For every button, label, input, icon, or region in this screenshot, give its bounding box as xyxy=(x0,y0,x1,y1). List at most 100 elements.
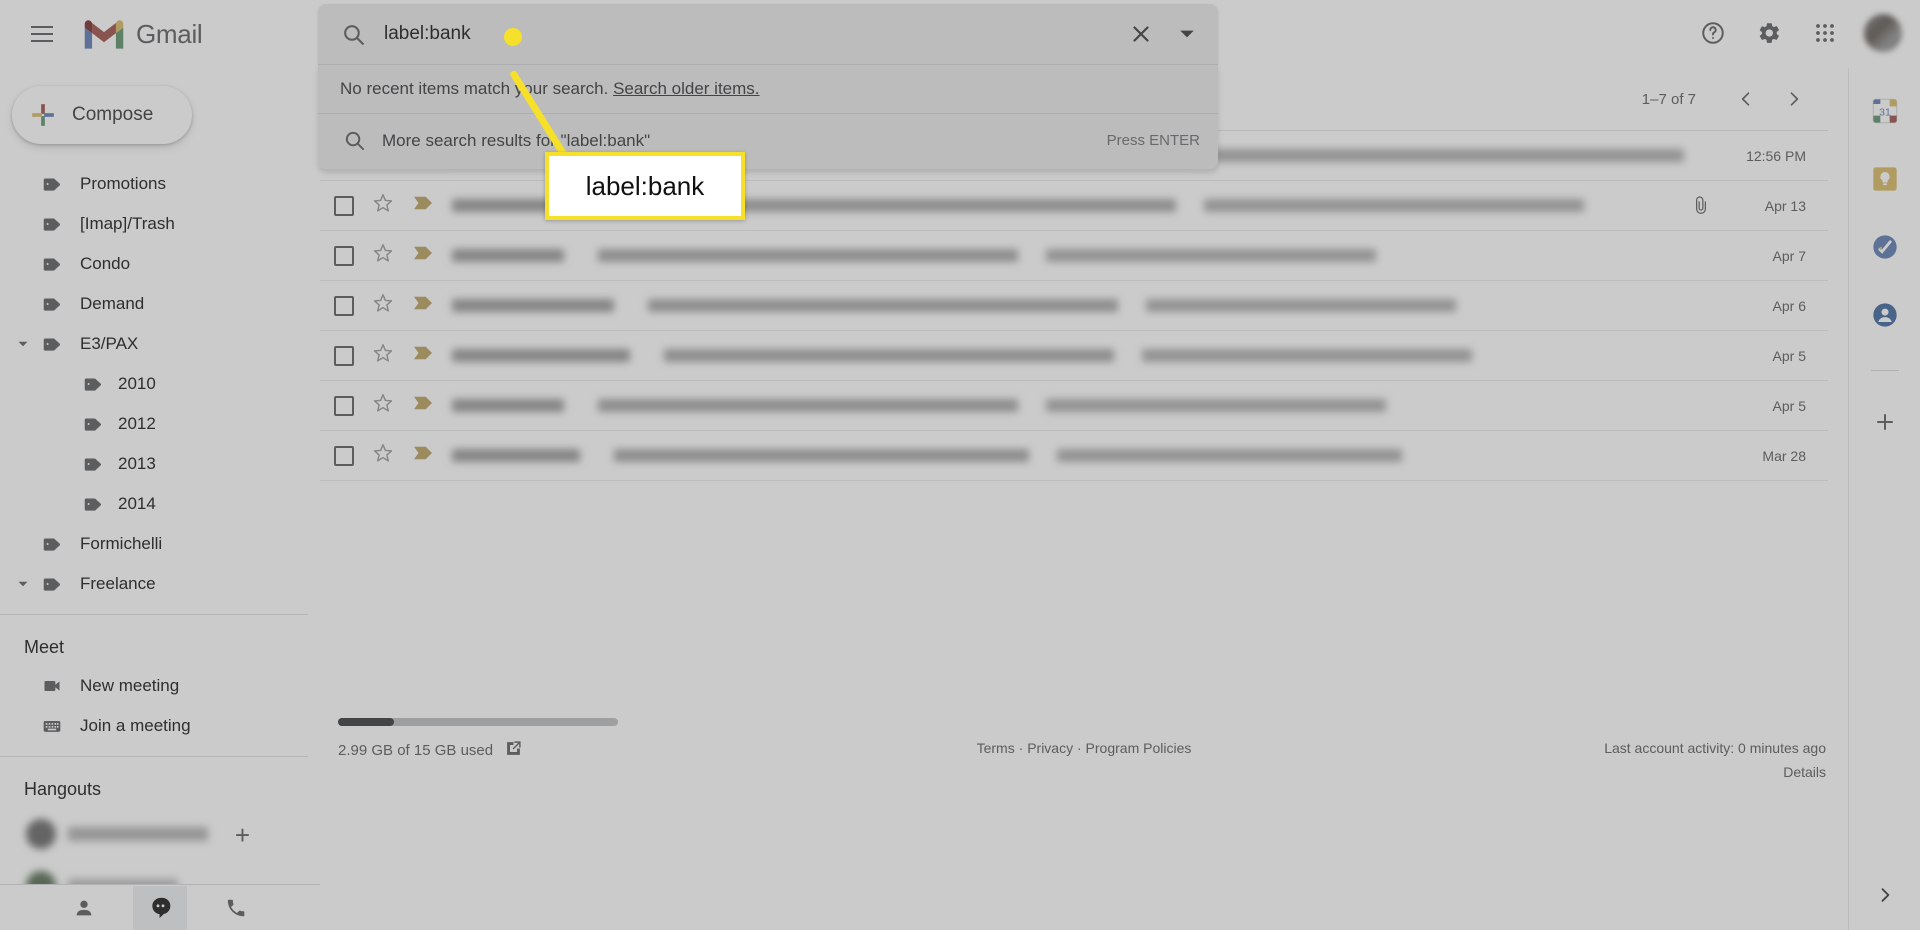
sidebar-item-2014[interactable]: 2014 xyxy=(0,484,308,524)
close-icon[interactable] xyxy=(1118,11,1164,57)
important-marker-icon[interactable] xyxy=(412,344,434,367)
important-marker-icon[interactable] xyxy=(412,444,434,467)
search-icon[interactable] xyxy=(330,11,376,57)
plus-icon[interactable]: + xyxy=(235,820,250,851)
important-marker-icon[interactable] xyxy=(412,194,434,217)
sidebar-item-label: Join a meeting xyxy=(80,716,191,735)
sidebar-item-join-meeting[interactable]: Join a meeting xyxy=(0,706,308,746)
important-marker-icon[interactable] xyxy=(412,244,434,267)
sender-blurred xyxy=(452,249,564,262)
table-row[interactable]: Apr 5 xyxy=(320,381,1828,431)
sidebar-item-formichelli[interactable]: Formichelli xyxy=(0,524,308,564)
program-policies-link[interactable]: Program Policies xyxy=(1086,740,1192,756)
details-link[interactable]: Details xyxy=(1368,764,1826,780)
checkbox-icon[interactable] xyxy=(334,445,354,466)
apps-grid-icon[interactable] xyxy=(1800,8,1850,58)
star-icon[interactable] xyxy=(372,442,394,469)
table-row[interactable]: Apr 6 xyxy=(320,281,1828,331)
hangouts-toolbar xyxy=(0,884,320,930)
table-row[interactable]: Mar 28 xyxy=(320,431,1828,481)
sidebar-item-2013[interactable]: 2013 xyxy=(0,444,308,484)
brand-name: Gmail xyxy=(136,18,203,49)
checkbox-icon[interactable] xyxy=(334,195,354,216)
external-link-icon[interactable] xyxy=(505,740,522,761)
search-area: No recent items match your search. Searc… xyxy=(318,4,1218,169)
chevron-left-icon[interactable] xyxy=(1724,77,1768,121)
star-icon[interactable] xyxy=(372,242,394,269)
sidebar-item-demand[interactable]: Demand xyxy=(0,284,308,324)
star-icon[interactable] xyxy=(372,392,394,419)
storage-bar-track xyxy=(338,718,618,726)
callout-anchor-dot xyxy=(504,28,522,46)
svg-text:31: 31 xyxy=(1879,107,1891,119)
search-older-items-link[interactable]: Search older items. xyxy=(613,79,759,98)
footer-links: Terms · Privacy · Program Policies xyxy=(800,718,1368,756)
privacy-link[interactable]: Privacy xyxy=(1027,740,1073,756)
storage-section: 2.99 GB of 15 GB used xyxy=(320,718,800,761)
sidebar-item-imap-trash[interactable]: [Imap]/Trash xyxy=(0,204,308,244)
avatar[interactable] xyxy=(1864,14,1902,52)
checkbox-icon[interactable] xyxy=(334,245,354,266)
paperclip-icon[interactable] xyxy=(1684,195,1718,216)
chevron-right-icon[interactable] xyxy=(1772,77,1816,121)
plus-icon[interactable] xyxy=(1868,405,1902,439)
star-icon[interactable] xyxy=(372,342,394,369)
search-input[interactable] xyxy=(376,23,1118,45)
checkbox-icon[interactable] xyxy=(334,345,354,366)
sidebar: Compose Promotions [Imap]/Trash Condo Deman… xyxy=(0,68,320,930)
help-icon[interactable] xyxy=(1688,8,1738,58)
chevron-down-icon[interactable] xyxy=(1164,11,1210,57)
snippet-blurred xyxy=(1204,199,1584,212)
checkbox-icon[interactable] xyxy=(334,295,354,316)
sidebar-item-2010[interactable]: 2010 xyxy=(0,364,308,404)
sidebar-item-condo[interactable]: Condo xyxy=(0,244,308,284)
table-row[interactable]: Apr 5 xyxy=(320,331,1828,381)
snippet-blurred xyxy=(1213,149,1684,162)
person-icon[interactable] xyxy=(57,886,111,930)
google-calendar-icon[interactable]: 31 xyxy=(1868,94,1902,128)
sidebar-item-2012[interactable]: 2012 xyxy=(0,404,308,444)
google-keep-icon[interactable] xyxy=(1868,162,1902,196)
gear-icon[interactable] xyxy=(1744,8,1794,58)
video-camera-icon xyxy=(34,676,70,696)
subject-blurred xyxy=(664,349,1114,362)
subject-blurred xyxy=(614,449,1029,462)
gmail-logo-brand[interactable]: Gmail xyxy=(82,17,203,51)
sender-blurred xyxy=(452,399,564,412)
hangouts-chat-icon[interactable] xyxy=(133,885,187,930)
google-contacts-icon[interactable] xyxy=(1868,298,1902,332)
terms-link[interactable]: Terms xyxy=(977,740,1015,756)
checkbox-icon[interactable] xyxy=(334,395,354,416)
row-date: Apr 13 xyxy=(1764,197,1806,214)
chevron-down-icon[interactable] xyxy=(12,338,34,350)
more-search-results-row[interactable]: More search results for "label:bank" Pre… xyxy=(318,113,1218,167)
compose-button[interactable]: Compose xyxy=(12,86,192,144)
side-rail: 31 xyxy=(1848,68,1920,930)
table-row[interactable]: Apr 7 xyxy=(320,231,1828,281)
meet-section-title: Meet xyxy=(24,637,65,657)
star-icon[interactable] xyxy=(372,292,394,319)
phone-icon[interactable] xyxy=(209,886,263,930)
sidebar-item-e3-pax[interactable]: E3/PAX xyxy=(0,324,308,364)
sidebar-item-freelance[interactable]: Freelance xyxy=(0,564,308,604)
expand-rail-chevron-right-icon[interactable] xyxy=(1868,878,1902,912)
sidebar-item-promotions[interactable]: Promotions xyxy=(0,164,308,204)
sidebar-item-new-meeting[interactable]: New meeting xyxy=(0,666,308,706)
account-activity: Last account activity: 0 minutes ago Det… xyxy=(1368,718,1848,780)
important-marker-icon[interactable] xyxy=(412,294,434,317)
pagination-range: 1–7 of 7 xyxy=(1641,90,1696,108)
contact-name-blurred xyxy=(68,827,208,841)
chevron-down-icon[interactable] xyxy=(12,578,34,590)
sidebar-item-label: 2014 xyxy=(118,494,156,513)
list-item[interactable] xyxy=(0,808,320,860)
hamburger-icon[interactable] xyxy=(18,10,66,58)
google-tasks-icon[interactable] xyxy=(1868,230,1902,264)
sidebar-item-label: Formichelli xyxy=(80,534,163,553)
sidebar-item-label: Freelance xyxy=(80,574,156,593)
sidebar-item-label: E3/PAX xyxy=(80,334,139,353)
star-icon[interactable] xyxy=(372,192,394,219)
no-recent-items-row: No recent items match your search. Searc… xyxy=(318,64,1218,113)
sidebar-item-label: 2012 xyxy=(118,414,156,433)
label-icon xyxy=(78,373,108,395)
important-marker-icon[interactable] xyxy=(412,394,434,417)
